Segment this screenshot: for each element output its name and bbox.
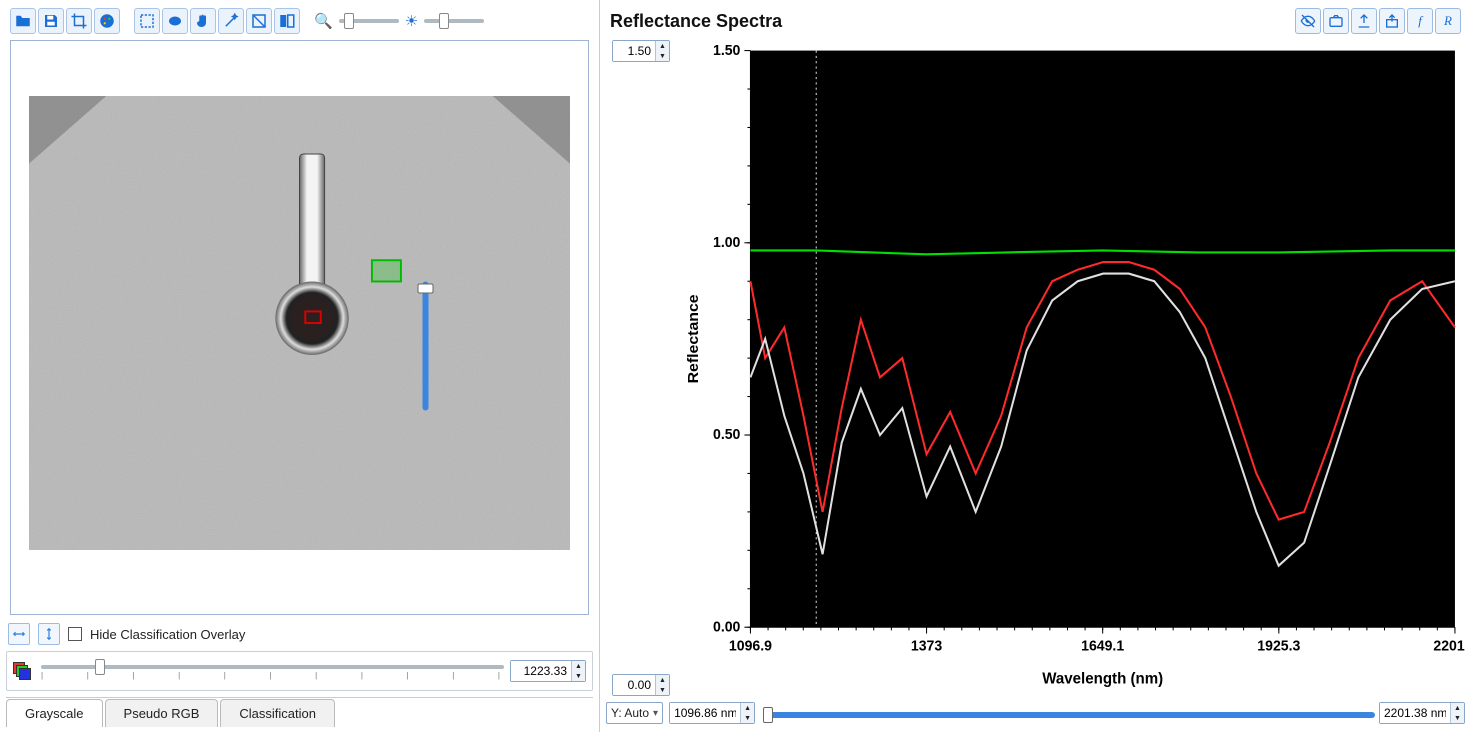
band-up[interactable]: ▲ xyxy=(572,661,585,671)
x-max-spin[interactable]: ▲▼ xyxy=(1379,702,1465,724)
reset-icon[interactable]: R xyxy=(1435,8,1461,34)
band-value-spin[interactable]: ▲▼ xyxy=(510,660,586,682)
freeform-select-icon[interactable] xyxy=(162,8,188,34)
band-ticks: ||||||||||| xyxy=(39,671,502,680)
band-stack-icon[interactable] xyxy=(13,662,31,680)
image-panel: 🔍 ☀ xyxy=(0,0,600,732)
hand-icon[interactable] xyxy=(190,8,216,34)
svg-text:Reflectance: Reflectance xyxy=(685,294,702,383)
y-controls: ▲▼ ▲▼ xyxy=(606,40,676,696)
pan-h-icon[interactable] xyxy=(8,623,30,645)
svg-text:2201.4: 2201.4 xyxy=(1433,638,1465,654)
svg-text:1.50: 1.50 xyxy=(713,43,740,59)
spectra-chart[interactable]: 0.00 0.50 1.00 1.50 1096.9 1373 1649.1 1925.3 22… xyxy=(680,40,1465,696)
magic-wand-icon[interactable] xyxy=(218,8,244,34)
x-controls: Y: Auto ▲▼ ▲▼ xyxy=(606,700,1465,726)
x-max-input[interactable] xyxy=(1380,703,1450,723)
svg-text:1096.9: 1096.9 xyxy=(729,638,772,654)
tab-pseudo-rgb[interactable]: Pseudo RGB xyxy=(105,699,219,727)
y-max-input[interactable] xyxy=(613,41,655,61)
svg-text:Wavelength (nm): Wavelength (nm) xyxy=(1042,670,1163,687)
snapshot-icon[interactable] xyxy=(1323,8,1349,34)
band-value-input[interactable] xyxy=(511,661,571,681)
x-min-input[interactable] xyxy=(670,703,740,723)
svg-text:1925.3: 1925.3 xyxy=(1257,638,1300,654)
compare-icon[interactable] xyxy=(274,8,300,34)
app-root: 🔍 ☀ xyxy=(0,0,1471,732)
y-max-spin[interactable]: ▲▼ xyxy=(612,40,670,62)
share-icon[interactable] xyxy=(1379,8,1405,34)
zoom-control: 🔍 xyxy=(314,14,401,29)
pan-v-icon[interactable] xyxy=(38,623,60,645)
view-mode-tabs: Grayscale Pseudo RGB Classification xyxy=(6,697,593,726)
y-auto-dropdown[interactable]: Y: Auto xyxy=(606,702,663,724)
image-viewer[interactable] xyxy=(10,40,589,615)
roi-green[interactable] xyxy=(372,260,401,281)
palette-icon[interactable] xyxy=(94,8,120,34)
brightness-slider[interactable] xyxy=(424,19,484,23)
function-icon[interactable]: f xyxy=(1407,8,1433,34)
spectra-header: Reflectance Spectra f R xyxy=(606,6,1465,36)
image-toolbar: 🔍 ☀ xyxy=(6,6,593,36)
svg-text:1373: 1373 xyxy=(911,638,942,654)
y-range-slider-box xyxy=(631,66,651,670)
overlay-controls: Hide Classification Overlay xyxy=(6,619,593,649)
chart-row: ▲▼ ▲▼ 0.00 0.50 1.00 1.50 1096.9 1373 1649.1 19… xyxy=(606,40,1465,696)
svg-text:0.50: 0.50 xyxy=(713,427,740,443)
tab-classification[interactable]: Classification xyxy=(220,699,335,727)
brightness-control: ☀ xyxy=(405,14,486,29)
svg-text:1.00: 1.00 xyxy=(713,235,740,251)
x-min-spin[interactable]: ▲▼ xyxy=(669,702,755,724)
toggle-visibility-icon[interactable] xyxy=(1295,8,1321,34)
svg-text:1649.1: 1649.1 xyxy=(1081,638,1124,654)
spectra-tools: f R xyxy=(1295,8,1461,34)
crop-icon[interactable] xyxy=(66,8,92,34)
fullscreen-icon[interactable] xyxy=(246,8,272,34)
band-down[interactable]: ▼ xyxy=(572,671,585,681)
x-range-slider-box xyxy=(761,706,1373,721)
spectra-panel: Reflectance Spectra f R ▲▼ xyxy=(600,0,1471,732)
band-slider-row: ||||||||||| ▲▼ xyxy=(6,651,593,691)
hide-overlay-label: Hide Classification Overlay xyxy=(90,627,245,642)
brightness-icon[interactable]: ☀ xyxy=(405,14,418,29)
hide-overlay-checkbox[interactable] xyxy=(68,627,82,641)
y-range-slider[interactable] xyxy=(416,282,436,411)
export-icon[interactable] xyxy=(1351,8,1377,34)
x-range-slider[interactable] xyxy=(763,712,1375,718)
sample-image xyxy=(29,96,570,550)
rect-select-icon[interactable] xyxy=(134,8,160,34)
tab-grayscale[interactable]: Grayscale xyxy=(6,699,103,727)
svg-text:0.00: 0.00 xyxy=(713,619,740,635)
save-icon[interactable] xyxy=(38,8,64,34)
y-min-spin[interactable]: ▲▼ xyxy=(612,674,670,696)
zoom-slider[interactable] xyxy=(339,19,399,23)
band-slider[interactable] xyxy=(41,665,504,669)
y-min-input[interactable] xyxy=(613,675,655,695)
zoom-icon[interactable]: 🔍 xyxy=(314,14,333,29)
folder-icon[interactable] xyxy=(10,8,36,34)
spectra-title: Reflectance Spectra xyxy=(610,11,782,32)
